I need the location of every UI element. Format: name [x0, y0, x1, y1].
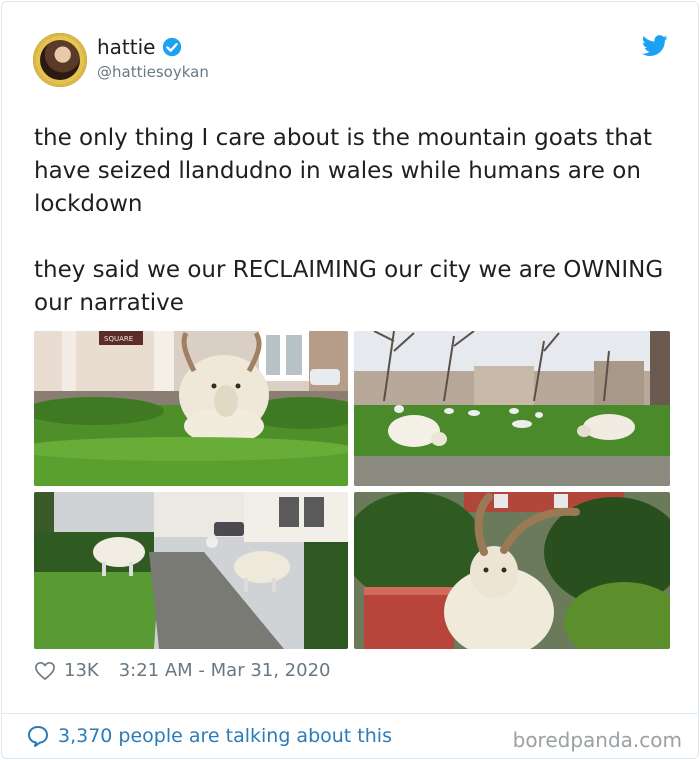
tweet-card: hattie @hattiesoykan the only thing I ca… — [1, 1, 699, 759]
tweet-paragraph-2: they said we our RECLAIMING our city we … — [34, 257, 664, 316]
verified-icon — [161, 36, 183, 58]
tweet-text: the only thing I care about is the mount… — [34, 122, 674, 320]
display-name[interactable]: hattie — [97, 35, 155, 59]
twitter-logo-icon[interactable] — [642, 35, 668, 57]
photo-goats-driveway[interactable] — [34, 492, 348, 649]
divider — [2, 713, 698, 714]
user-handle[interactable]: @hattiesoykan — [97, 63, 209, 81]
heart-icon[interactable] — [34, 661, 56, 681]
like-count[interactable]: 13K — [64, 660, 99, 681]
watermark: boredpanda.com — [512, 728, 682, 752]
tweet-meta: 13K 3:21 AM - Mar 31, 2020 — [34, 660, 330, 681]
media-grid: SQUARE — [34, 331, 670, 649]
tweet-header: hattie @hattiesoykan — [33, 33, 668, 89]
talking-count[interactable]: 3,370 people are talking about this — [58, 725, 392, 747]
photo-goats-lawn[interactable] — [354, 331, 670, 486]
photo-sign-text: SQUARE — [104, 335, 133, 343]
photo-goat-closeup[interactable] — [354, 492, 670, 649]
tweet-paragraph-1: the only thing I care about is the mount… — [34, 125, 652, 217]
name-row: hattie — [97, 35, 183, 59]
conversation-link[interactable]: 3,370 people are talking about this — [26, 724, 392, 748]
photo-goat-hedge[interactable]: SQUARE — [34, 331, 348, 486]
avatar[interactable] — [33, 33, 87, 87]
speech-bubble-icon — [26, 724, 50, 748]
tweet-timestamp[interactable]: 3:21 AM - Mar 31, 2020 — [119, 660, 331, 681]
